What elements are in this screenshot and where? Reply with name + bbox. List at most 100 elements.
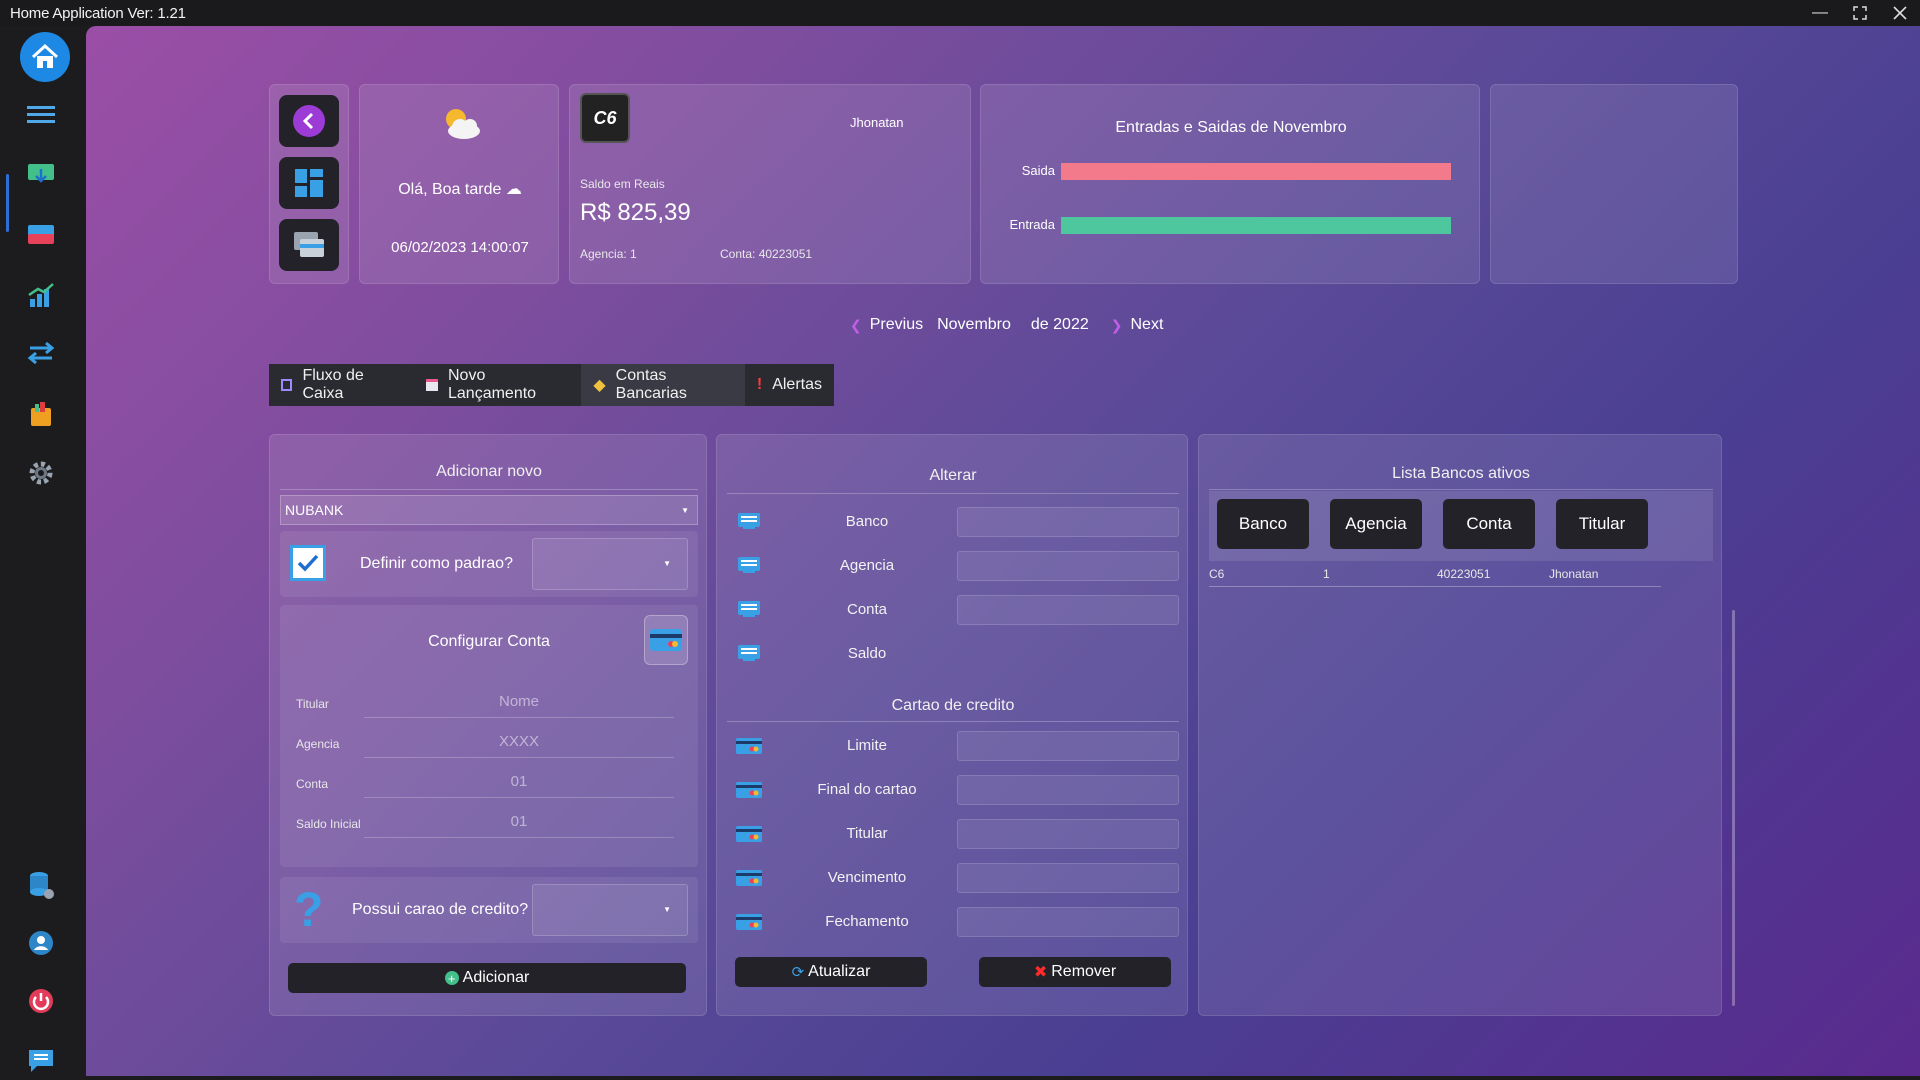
screen-icon bbox=[737, 555, 761, 580]
tab-contas-bancarias[interactable]: ◆ Contas Bancarias bbox=[581, 364, 745, 406]
edit-input[interactable] bbox=[957, 595, 1179, 625]
user-icon[interactable] bbox=[22, 924, 60, 962]
tab-alertas[interactable]: ! Alertas bbox=[745, 364, 834, 406]
edit-label: Conta bbox=[846, 601, 888, 618]
edit-label: Agencia bbox=[839, 557, 895, 574]
download-screen-icon[interactable] bbox=[22, 156, 60, 194]
settings-icon[interactable] bbox=[22, 454, 60, 492]
balance-value: R$ 825,39 bbox=[580, 199, 691, 226]
chevron-down-icon: ▼ bbox=[663, 559, 671, 568]
bank-logo: C6 bbox=[580, 93, 630, 143]
divider bbox=[280, 489, 698, 490]
field-label-titular: Titular bbox=[296, 697, 329, 711]
quick-actions-card bbox=[269, 84, 349, 284]
menu-icon[interactable] bbox=[22, 96, 60, 134]
partly-cloudy-icon bbox=[440, 105, 484, 146]
default-checkbox[interactable] bbox=[290, 545, 326, 581]
account-info: Conta: 40223051 bbox=[720, 247, 813, 261]
credit-input[interactable] bbox=[957, 863, 1179, 893]
greeting-row: Olá, Boa tarde ☁ bbox=[360, 179, 560, 199]
month-label: Novembro bbox=[937, 316, 1011, 333]
divider bbox=[1209, 489, 1713, 490]
credit-input[interactable] bbox=[957, 907, 1179, 937]
credit-card-icon bbox=[735, 781, 763, 804]
edit-input[interactable] bbox=[957, 551, 1179, 581]
next-button[interactable]: Next bbox=[1130, 316, 1163, 334]
back-button[interactable] bbox=[279, 95, 339, 147]
home-icon[interactable] bbox=[20, 32, 70, 82]
credit-input[interactable] bbox=[957, 731, 1179, 761]
cashflow-icon bbox=[281, 379, 293, 391]
balance-label: Saldo em Reais bbox=[580, 177, 665, 191]
divider bbox=[727, 721, 1179, 722]
minimize-button[interactable]: — bbox=[1800, 0, 1840, 26]
titular-input[interactable]: Nome bbox=[364, 693, 674, 710]
credit-input[interactable] bbox=[957, 819, 1179, 849]
agencia-input[interactable]: XXXX bbox=[364, 733, 674, 750]
sidebar bbox=[0, 26, 86, 1080]
bar-label-entrada: Entrada bbox=[1009, 217, 1055, 232]
year-label: de 2022 bbox=[1030, 316, 1089, 333]
update-button[interactable]: ⟳ Atualizar bbox=[735, 957, 927, 987]
credit-input[interactable] bbox=[957, 775, 1179, 805]
credit-card-button[interactable] bbox=[644, 615, 688, 665]
payments-button[interactable] bbox=[279, 219, 339, 271]
credit-card-dropdown[interactable]: ▼ bbox=[532, 884, 688, 936]
table-row[interactable]: C6 1 40223051 Jhonatan bbox=[1209, 565, 1661, 587]
column-header-banco[interactable]: Banco bbox=[1217, 499, 1309, 549]
add-panel-title: Adicionar novo bbox=[436, 463, 542, 480]
chevron-down-icon: ▼ bbox=[681, 505, 689, 515]
transfer-icon[interactable] bbox=[22, 334, 60, 372]
default-dropdown[interactable]: ▼ bbox=[532, 538, 688, 590]
prev-chevron-icon[interactable]: ❮ bbox=[850, 317, 862, 334]
greeting-text: Olá, Boa tarde bbox=[398, 181, 502, 198]
credit-section-title: Cartao de credito bbox=[891, 697, 1015, 714]
account-card: C6 Jhonatan Saldo em Reais R$ 825,39 Age… bbox=[569, 84, 971, 284]
close-button[interactable] bbox=[1880, 0, 1920, 26]
cards-icon[interactable] bbox=[22, 216, 60, 254]
cell-titular: Jhonatan bbox=[1549, 567, 1599, 581]
greeting-card: Olá, Boa tarde ☁ 06/02/2023 14:00:07 bbox=[359, 84, 559, 284]
x-icon: ✖ bbox=[1033, 964, 1048, 981]
saldo-inicial-input[interactable]: 01 bbox=[364, 813, 674, 830]
main-area: Olá, Boa tarde ☁ 06/02/2023 14:00:07 C6 … bbox=[86, 26, 1920, 1076]
shopping-icon[interactable] bbox=[22, 394, 60, 432]
column-header-titular[interactable]: Titular bbox=[1556, 499, 1648, 549]
credit-label: Fechamento bbox=[825, 913, 909, 930]
add-button[interactable]: + Adicionar bbox=[288, 963, 686, 993]
maximize-button[interactable] bbox=[1840, 0, 1880, 26]
chart-title: Entradas e Saidas de Novembro bbox=[1115, 119, 1347, 136]
month-nav: ❮ Previus Novembro de 2022 ❯ Next bbox=[850, 316, 1163, 334]
config-account-box: Configurar Conta Titular Nome Agencia XX… bbox=[280, 605, 698, 867]
prev-button[interactable]: Previus bbox=[870, 316, 923, 334]
conta-input[interactable]: 01 bbox=[364, 773, 674, 790]
field-label-saldo-inicial: Saldo Inicial bbox=[296, 817, 361, 831]
vertical-scrollbar[interactable] bbox=[1732, 610, 1735, 1006]
agency-info: Agencia: 1 bbox=[580, 247, 637, 261]
credit-card-label: Possui carao de credito? bbox=[352, 901, 529, 918]
credit-card-icon bbox=[735, 869, 763, 892]
edit-input[interactable] bbox=[957, 507, 1179, 537]
power-icon[interactable] bbox=[22, 982, 60, 1020]
calendar-icon bbox=[425, 379, 438, 391]
account-holder: Jhonatan bbox=[850, 115, 904, 130]
default-row: Definir como padrao? ▼ bbox=[280, 531, 698, 597]
chat-icon[interactable] bbox=[22, 1042, 60, 1080]
screen-icon bbox=[737, 643, 761, 668]
dashboard-button[interactable] bbox=[279, 157, 339, 209]
next-chevron-icon[interactable]: ❯ bbox=[1111, 317, 1123, 334]
chart-icon[interactable] bbox=[22, 276, 60, 314]
tab-novo-lancamento[interactable]: Novo Lançamento bbox=[414, 364, 582, 406]
remove-button[interactable]: ✖ Remover bbox=[979, 957, 1171, 987]
tab-fluxo-de-caixa[interactable]: Fluxo de Caixa bbox=[269, 364, 414, 406]
column-header-agencia[interactable]: Agencia bbox=[1330, 499, 1422, 549]
database-icon[interactable] bbox=[22, 866, 60, 904]
monthly-chart-card: Entradas e Saidas de Novembro Saida Entra… bbox=[980, 84, 1480, 284]
credit-card-icon bbox=[735, 737, 763, 760]
tag-icon: ◆ bbox=[593, 377, 606, 394]
credit-label: Final do cartao bbox=[817, 781, 917, 798]
column-header-conta[interactable]: Conta bbox=[1443, 499, 1535, 549]
bar-chart: Saida Entrada bbox=[1009, 163, 1451, 234]
bank-select[interactable]: NUBANK ▼ bbox=[280, 495, 698, 525]
chevron-down-icon: ▼ bbox=[663, 905, 671, 914]
